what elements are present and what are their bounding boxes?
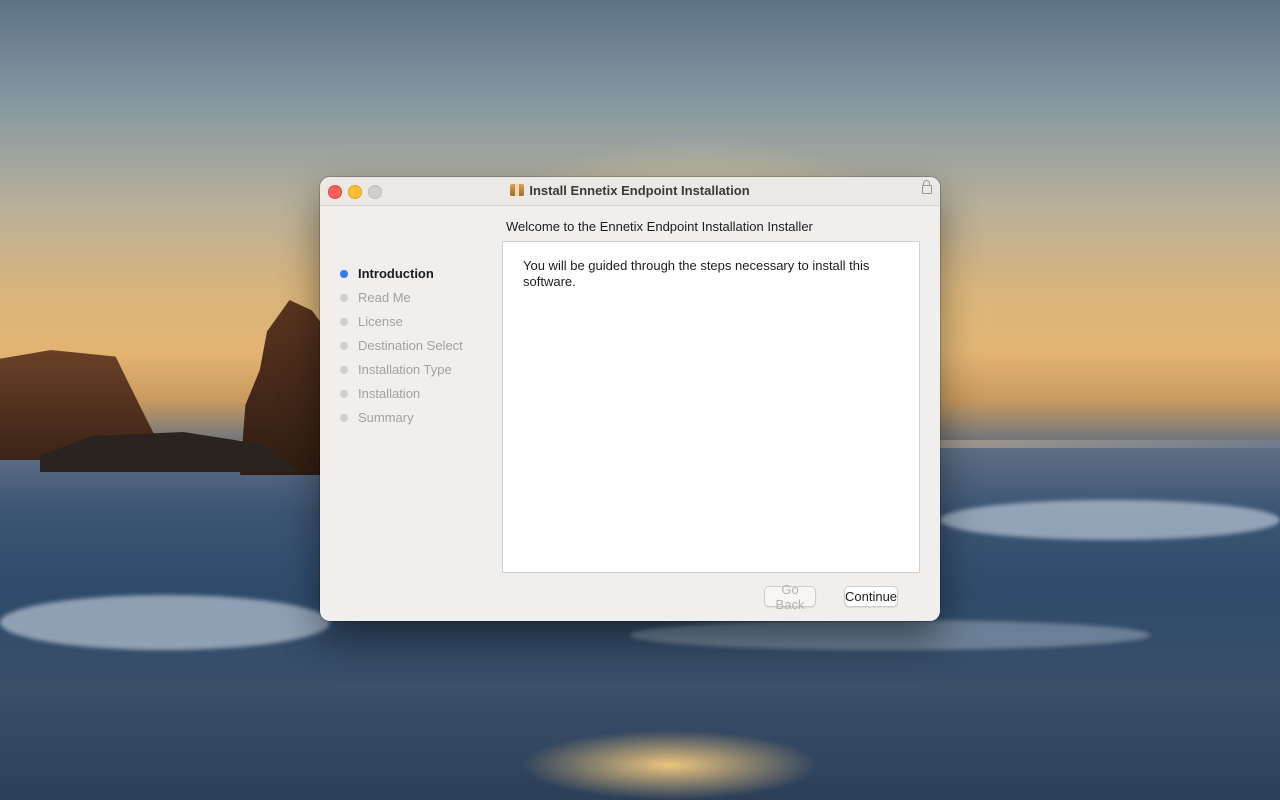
introduction-text: You will be guided through the steps nec…: [523, 258, 870, 289]
page-heading: Welcome to the Ennetix Endpoint Installa…: [506, 219, 813, 234]
step-indicator-dot: [340, 342, 348, 350]
step-indicator-dot: [340, 390, 348, 398]
step-indicator-dot: [340, 294, 348, 302]
step-label: Installation Type: [358, 362, 452, 377]
step-label: Destination Select: [358, 338, 463, 353]
step-label: Read Me: [358, 290, 411, 305]
step-indicator-dot: [340, 318, 348, 326]
step-label: Introduction: [358, 266, 434, 281]
step-label: Summary: [358, 410, 414, 425]
installer-window: Install Ennetix Endpoint Installation We…: [320, 177, 940, 621]
step-installation: Installation: [340, 382, 463, 406]
wallpaper-wave: [940, 500, 1280, 540]
step-indicator-dot: [340, 270, 348, 278]
window-title: Install Ennetix Endpoint Installation: [320, 183, 940, 198]
step-summary: Summary: [340, 406, 463, 430]
step-label: Installation: [358, 386, 421, 401]
step-label: License: [358, 314, 403, 329]
wallpaper-sun-reflection: [520, 730, 820, 800]
step-destination-select: Destination Select: [340, 334, 463, 358]
continue-button[interactable]: Continue: [844, 586, 898, 607]
go-back-button[interactable]: Go Back: [764, 582, 816, 612]
step-introduction: Introduction: [340, 262, 463, 286]
title-bar[interactable]: Install Ennetix Endpoint Installation: [320, 177, 940, 206]
step-read-me: Read Me: [340, 286, 463, 310]
step-indicator-dot: [340, 366, 348, 374]
step-indicator-dot: [340, 414, 348, 422]
step-license: License: [340, 310, 463, 334]
wallpaper-wave: [0, 595, 330, 650]
window-title-text: Install Ennetix Endpoint Installation: [529, 183, 750, 198]
installer-steps: Introduction Read Me License Destination…: [340, 262, 463, 430]
content-pane[interactable]: You will be guided through the steps nec…: [502, 241, 920, 573]
wallpaper-wave: [630, 620, 1150, 650]
step-installation-type: Installation Type: [340, 358, 463, 382]
package-icon: [510, 184, 525, 196]
lock-icon[interactable]: [922, 180, 932, 194]
